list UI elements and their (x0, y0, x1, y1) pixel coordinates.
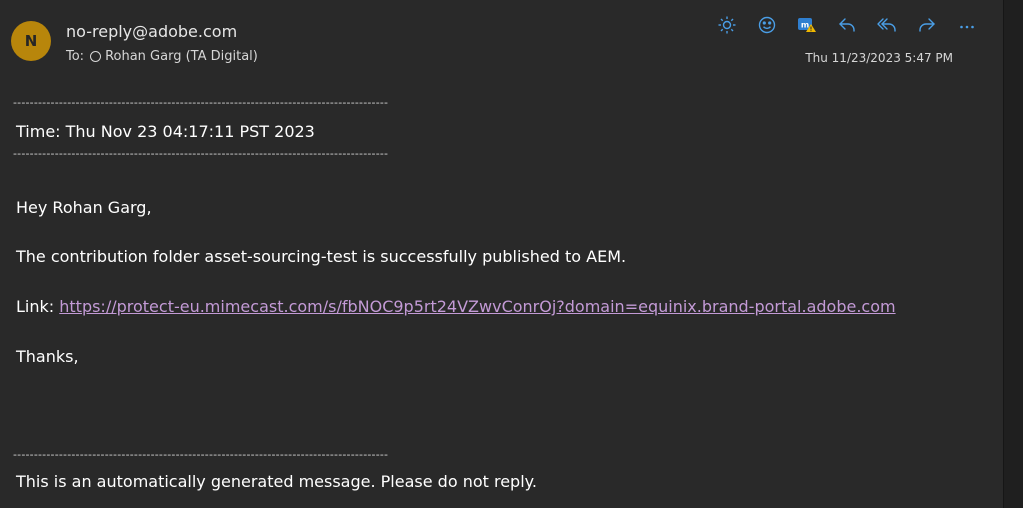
message-extensions-button[interactable]: m (792, 13, 822, 37)
emoji-button[interactable] (752, 13, 782, 37)
divider-bottom: ----------------------------------------… (13, 448, 389, 461)
avatar-initial: N (24, 32, 38, 50)
reply-all-button[interactable] (872, 13, 902, 37)
presence-status-icon (90, 51, 102, 62)
reply-all-icon (877, 18, 896, 32)
forward-icon (919, 18, 935, 32)
brightness-icon (718, 16, 736, 34)
recipient-name[interactable]: Rohan Garg (TA Digital) (105, 49, 258, 64)
recipient-line: To: Rohan Garg (TA Digital) (66, 49, 258, 64)
sender-address[interactable]: no-reply@adobe.com (66, 22, 237, 41)
message-toolbar: m (712, 13, 992, 37)
divider-middle: ----------------------------------------… (13, 147, 389, 160)
greeting: Hey Rohan Garg, (16, 198, 152, 217)
avatar[interactable]: N (11, 21, 51, 61)
received-date: Thu 11/23/2023 5:47 PM (805, 51, 953, 65)
reading-pane: N no-reply@adobe.com To: Rohan Garg (TA … (0, 0, 1003, 508)
divider-top: ----------------------------------------… (13, 96, 389, 109)
message-body: The contribution folder asset-sourcing-t… (16, 247, 627, 266)
scrollbar[interactable] (1003, 0, 1023, 508)
link-label: Link: (16, 297, 60, 316)
time-line: Time: Thu Nov 23 04:17:11 PST 2023 (16, 122, 315, 141)
signoff: Thanks, (16, 347, 79, 366)
mimecast-link[interactable]: https://protect-eu.mimecast.com/s/fbNOC9… (59, 297, 895, 316)
more-actions-button[interactable] (952, 13, 982, 37)
link-line: Link: https://protect-eu.mimecast.com/s/… (16, 297, 896, 316)
brightness-button[interactable] (712, 13, 742, 37)
svg-text:m: m (801, 21, 809, 30)
to-label: To: (66, 49, 85, 64)
emoji-icon (758, 16, 776, 34)
forward-button[interactable] (912, 13, 942, 37)
reply-button[interactable] (832, 13, 862, 37)
message-extensions-icon: m (798, 18, 816, 32)
reply-icon (839, 18, 855, 32)
more-icon (960, 25, 974, 29)
footer-note: This is an automatically generated messa… (16, 472, 537, 491)
